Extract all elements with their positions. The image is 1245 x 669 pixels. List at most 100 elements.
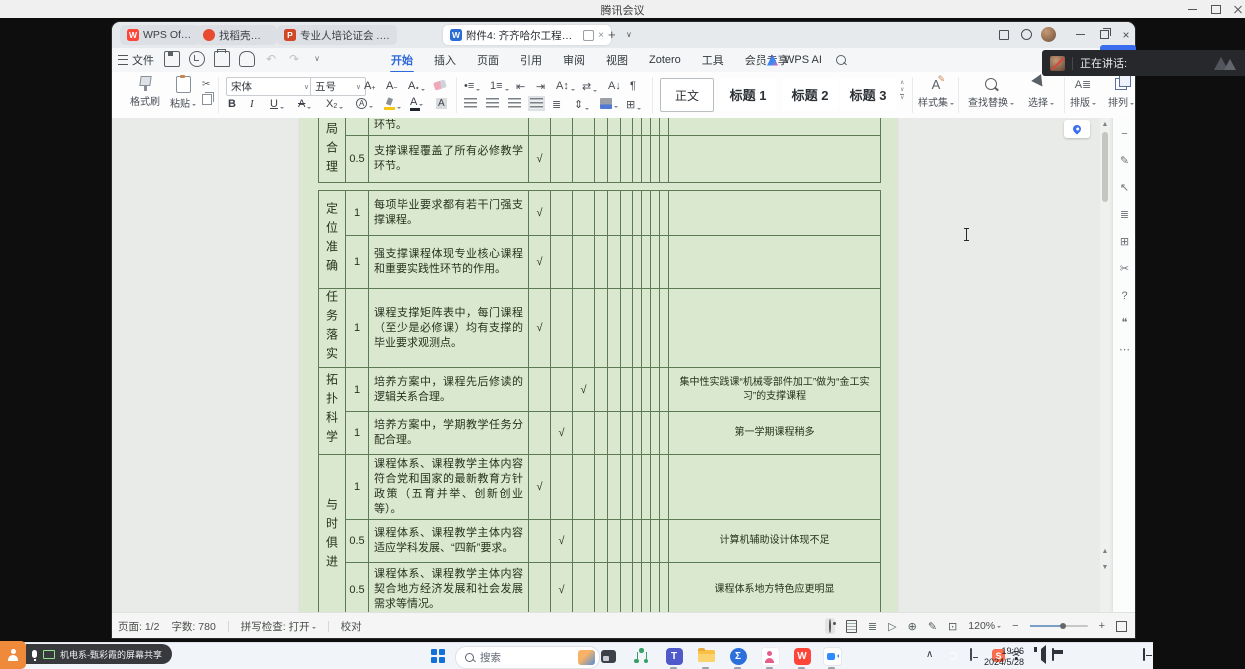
account-button[interactable] (1040, 27, 1056, 42)
distribute-button[interactable]: ≣ (552, 98, 561, 111)
wps-minimize-button[interactable] (1072, 27, 1088, 42)
redo-icon[interactable]: ↷ (287, 52, 301, 66)
ink-icon[interactable]: ✎ (928, 620, 937, 633)
char-effect-button[interactable]: A (356, 98, 373, 109)
doc-tab[interactable]: WWPS Office (120, 25, 199, 45)
menu-tab-审阅[interactable]: 审阅 (562, 49, 586, 71)
minimize-button[interactable] (1184, 4, 1200, 15)
workspace-button[interactable] (996, 27, 1012, 42)
file-menu[interactable]: 文件 (118, 52, 154, 68)
integrations-button[interactable] (1018, 27, 1034, 42)
page-view-icon[interactable] (846, 620, 857, 633)
select-button[interactable]: 选择 (1028, 76, 1054, 109)
clock[interactable]: 19:06 2024/5/28 (984, 646, 1024, 667)
table-tool-icon[interactable]: ⊞ (1117, 234, 1132, 249)
wps-app-button[interactable]: W (792, 646, 812, 666)
collapse-icon[interactable]: − (1117, 126, 1132, 141)
zoom-slider-knob[interactable] (1060, 623, 1066, 629)
notification-center-button[interactable] (1143, 649, 1145, 660)
spellcheck-toggle[interactable]: 拼写检查: 打开 (241, 619, 316, 634)
print-preview-icon[interactable] (189, 51, 205, 67)
menu-tab-引用[interactable]: 引用 (519, 49, 543, 71)
speaking-indicator[interactable]: 正在讲话: (1042, 50, 1245, 76)
cut-tool-icon[interactable]: ✂ (1117, 261, 1132, 276)
borders-button[interactable]: ⊞ (626, 98, 641, 111)
typeset-button[interactable]: A≣ 排版 (1070, 76, 1096, 109)
comment-tool-icon[interactable]: ❝ (1117, 315, 1132, 330)
zoom-slider[interactable] (1030, 625, 1088, 627)
zoom-in-button[interactable]: + (1099, 620, 1105, 632)
italic-button[interactable]: I (250, 98, 254, 110)
outline-view-icon[interactable]: ≣ (868, 620, 877, 633)
bullets-button[interactable]: •≡ (464, 80, 480, 92)
save-icon[interactable] (164, 51, 180, 67)
next-page-icon[interactable]: ▼ (1100, 564, 1110, 571)
scroll-up-icon[interactable]: ▲ (1100, 121, 1110, 128)
style-4[interactable]: 标题 3 (840, 78, 896, 110)
share-banner[interactable]: 机电系-甄彩霞的屏幕共享 (26, 644, 172, 664)
text-direction-button[interactable]: ⇄ (582, 80, 597, 93)
word-count[interactable]: 字数: 780 (171, 619, 215, 634)
font-size-select[interactable]: 五号∨ (310, 77, 366, 96)
font-name-select[interactable]: 宋体∨ (226, 77, 314, 96)
align-left-button[interactable] (464, 98, 477, 109)
style-3[interactable]: 标题 2 (782, 78, 838, 110)
doc-tab[interactable]: 找稻壳模板 (196, 25, 277, 45)
close-button[interactable] (1230, 4, 1245, 15)
text-effects-button[interactable]: A٭ (408, 80, 425, 92)
sigma-app-button[interactable]: Σ (728, 646, 748, 666)
align-center-button[interactable] (486, 98, 499, 109)
char-scale-button[interactable]: A↕ (556, 80, 575, 92)
show-marks-button[interactable]: ¶ (630, 80, 636, 92)
proofread-button[interactable]: 校对 (341, 619, 362, 634)
decrease-indent-button[interactable]: ⇤ (516, 80, 525, 93)
start-button[interactable] (428, 646, 448, 666)
undo-icon[interactable]: ↶ (264, 52, 278, 66)
doc-tab[interactable]: P专业人培论证会 .pptx (277, 25, 397, 45)
org-app-button[interactable] (631, 646, 651, 666)
taskbar-search[interactable]: 搜索 (455, 646, 600, 669)
tab-list-button[interactable]: ∨ (626, 30, 632, 39)
cut-icon[interactable]: ✂ (202, 79, 212, 90)
file-explorer-button[interactable] (696, 646, 716, 666)
style-1[interactable]: 正文 (660, 78, 714, 112)
wps-restore-button[interactable] (1096, 27, 1112, 42)
more-tools-icon[interactable]: ⋯ (1117, 342, 1132, 357)
zoom-out-button[interactable]: − (1012, 620, 1018, 632)
volume-button[interactable] (1037, 649, 1046, 660)
arrange-button[interactable]: 排列 (1108, 76, 1134, 109)
doc-tab[interactable]: W附件4: 齐齐哈尔工程学院课程× (443, 25, 611, 45)
help-icon[interactable]: ? (1117, 288, 1132, 303)
menu-tab-Zotero[interactable]: Zotero (648, 51, 682, 69)
document-page[interactable]: 局合理环节。0.5支撑课程覆盖了所有必修教学环节。√定位准确1每项毕业要求都有若… (300, 118, 897, 612)
highlight-button[interactable] (384, 98, 401, 110)
line-spacing-button[interactable]: ⇕ (574, 98, 589, 111)
grow-font-button[interactable]: A+ (364, 80, 375, 92)
web-view-icon[interactable]: ⊕ (908, 620, 917, 633)
justify-button[interactable] (530, 98, 543, 109)
char-shading-button[interactable]: A (436, 98, 447, 109)
menu-tab-开始[interactable]: 开始 (390, 49, 414, 71)
underline-button[interactable]: U (270, 98, 284, 110)
menu-tab-工具[interactable]: 工具 (701, 49, 725, 71)
pink-app-button[interactable] (760, 646, 780, 666)
menu-tab-页面[interactable]: 页面 (476, 49, 500, 71)
zoom-level[interactable]: 120% (968, 620, 1001, 632)
battery-button[interactable] (1052, 649, 1054, 660)
menu-tab-视图[interactable]: 视图 (605, 49, 629, 71)
wps-ai-label[interactable]: WPS AI (784, 54, 822, 66)
tab-close-icon[interactable]: × (598, 30, 604, 41)
prev-page-icon[interactable]: ▲ (1100, 548, 1110, 555)
style-2[interactable]: 标题 1 (720, 78, 776, 110)
tray-expand-button[interactable]: ∧ (926, 649, 933, 660)
search-icon[interactable] (836, 55, 846, 65)
format-painter-button[interactable]: 格式刷 (130, 76, 160, 108)
maximize-button[interactable] (1208, 4, 1224, 15)
shading-button[interactable] (600, 98, 618, 109)
clear-format-button[interactable] (434, 78, 446, 89)
teams-button[interactable]: T (664, 646, 684, 666)
read-mode-icon[interactable]: ▷ (888, 620, 896, 633)
location-pin-box[interactable] (1064, 120, 1090, 138)
find-replace-button[interactable]: 查找替换 (968, 76, 1014, 109)
numbering-button[interactable]: 1≡ (490, 80, 509, 92)
